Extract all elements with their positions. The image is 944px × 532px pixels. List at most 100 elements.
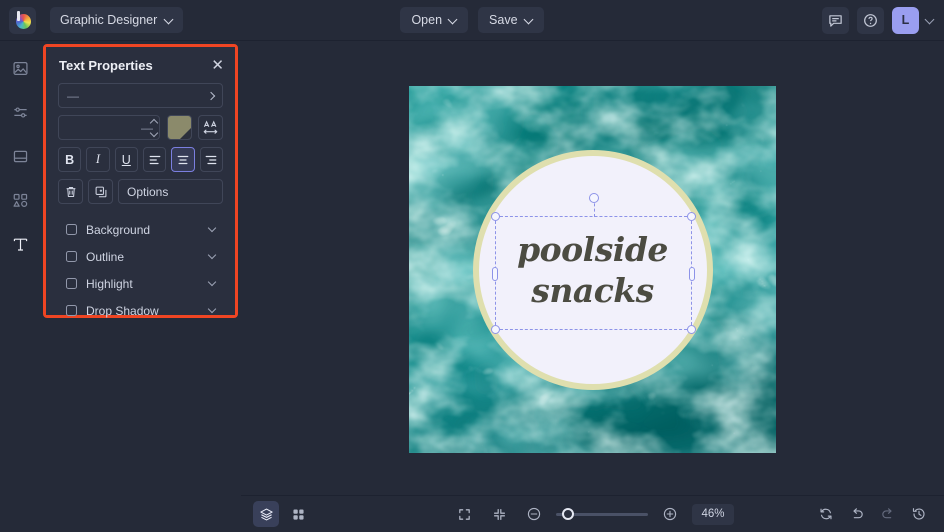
help-button[interactable]	[857, 6, 884, 34]
artboard[interactable]: poolside snacks	[409, 86, 776, 453]
top-center-actions: Open Save	[0, 7, 944, 33]
bold-button-label: B	[65, 152, 75, 167]
toggle-row-background[interactable]: Background	[58, 217, 223, 242]
fit-to-screen-button[interactable]	[486, 501, 512, 527]
undo-icon	[853, 508, 863, 519]
highlight-checkbox[interactable]	[66, 278, 77, 289]
history-button[interactable]	[906, 501, 932, 527]
reset-button[interactable]	[813, 501, 839, 527]
letter-spacing-button[interactable]	[198, 115, 223, 140]
chevron-down-icon	[525, 16, 533, 24]
layers-button[interactable]	[253, 501, 279, 527]
delete-button[interactable]	[58, 179, 83, 204]
grid-button[interactable]	[285, 501, 311, 527]
rotate-handle[interactable]	[588, 193, 599, 203]
options-button[interactable]: Options	[118, 179, 223, 204]
align-left-icon	[149, 155, 161, 164]
zoom-level-badge[interactable]: 46%	[692, 503, 734, 525]
sliders-icon	[14, 106, 27, 118]
zoom-in-button[interactable]	[657, 501, 683, 527]
resize-handle-top-left[interactable]	[491, 212, 500, 221]
zoom-slider[interactable]	[556, 507, 648, 520]
chevron-up-icon[interactable]	[149, 118, 158, 127]
drop-shadow-checkbox[interactable]	[66, 305, 77, 316]
redo-icon	[882, 508, 892, 519]
chevron-down-icon[interactable]	[207, 223, 217, 233]
chevron-down-icon[interactable]	[926, 16, 934, 24]
toggle-label-outline: Outline	[86, 249, 125, 264]
help-circle-icon	[864, 13, 877, 27]
trash-icon	[66, 186, 75, 197]
outline-checkbox[interactable]	[66, 251, 77, 262]
avatar[interactable]: L	[892, 6, 919, 34]
fullscreen-button[interactable]	[451, 501, 477, 527]
font-size-stepper[interactable]	[146, 115, 161, 140]
chevron-down-icon[interactable]	[207, 304, 217, 314]
zoom-out-button[interactable]	[521, 501, 547, 527]
italic-button-label: I	[95, 152, 101, 166]
sidebar-item-adjust[interactable]	[6, 97, 36, 127]
letter-spacing-icon	[203, 120, 218, 134]
page-title: Text Properties	[59, 57, 153, 73]
zoom-slider-handle[interactable]	[562, 507, 574, 520]
font-size-input[interactable]: —	[58, 115, 160, 140]
chevron-right-icon	[206, 91, 216, 100]
undo-button[interactable]	[844, 501, 870, 527]
panel-header: Text Properties ✕	[46, 47, 235, 83]
sidebar-item-images[interactable]	[6, 53, 36, 83]
text-properties-panel-highlight: Text Properties ✕ — — B I U Options Back…	[43, 44, 238, 318]
fit-to-screen-icon	[493, 508, 505, 520]
toggle-label-background: Background	[86, 222, 151, 237]
chevron-down-icon[interactable]	[207, 277, 217, 287]
underline-button-label: U	[121, 152, 131, 167]
background-checkbox[interactable]	[66, 224, 77, 235]
text-t-icon	[13, 238, 28, 251]
resize-handle-top-right[interactable]	[687, 212, 696, 221]
toggle-row-drop-shadow[interactable]: Drop Shadow	[58, 298, 223, 323]
sidebar-item-elements[interactable]	[6, 185, 36, 215]
minus-circle-icon	[527, 507, 541, 521]
text-color-swatch[interactable]	[167, 115, 192, 140]
save-button[interactable]: Save	[478, 7, 544, 33]
left-tool-rail	[0, 41, 41, 532]
top-bar: Graphic Designer Open Save L	[0, 0, 944, 41]
resize-handle-bottom-left[interactable]	[491, 325, 500, 334]
chevron-down-icon	[449, 16, 457, 24]
resize-handle-middle-left[interactable]	[492, 267, 498, 281]
zoom-level-label: 46%	[701, 508, 725, 520]
canvas-workarea[interactable]: poolside snacks	[241, 41, 944, 495]
resize-handle-middle-right[interactable]	[689, 267, 695, 281]
sidebar-item-layout[interactable]	[6, 141, 36, 171]
toggle-label-drop-shadow: Drop Shadow	[86, 303, 159, 318]
toggle-row-outline[interactable]: Outline	[58, 244, 223, 269]
duplicate-icon	[95, 186, 106, 197]
options-button-label: Options	[127, 184, 169, 199]
bold-button[interactable]: B	[58, 147, 82, 172]
align-center-button[interactable]	[171, 147, 195, 172]
align-left-button[interactable]	[142, 147, 167, 172]
close-icon[interactable]: ✕	[211, 58, 224, 73]
toggle-row-highlight[interactable]: Highlight	[58, 271, 223, 296]
selection-bounding-box[interactable]	[491, 193, 696, 334]
align-right-button[interactable]	[199, 147, 223, 172]
app-root: Graphic Designer Open Save L Text Proper…	[0, 0, 944, 532]
panel-actions-row: Options	[58, 179, 223, 204]
resize-handle-bottom-right[interactable]	[687, 325, 696, 334]
open-button[interactable]: Open	[400, 7, 469, 33]
font-size-color-row: —	[58, 115, 223, 140]
chevron-down-icon[interactable]	[149, 128, 158, 137]
duplicate-button[interactable]	[88, 179, 113, 204]
sidebar-item-text[interactable]	[6, 229, 36, 259]
comment-button[interactable]	[822, 6, 849, 34]
font-family-select[interactable]: —	[58, 83, 223, 108]
top-right-actions: L	[822, 6, 934, 34]
plus-circle-icon	[663, 507, 677, 521]
redo-button[interactable]	[875, 501, 901, 527]
italic-button[interactable]: I	[86, 147, 110, 172]
underline-button[interactable]: U	[114, 147, 138, 172]
text-properties-panel: Text Properties ✕ — — B I U Options Back…	[46, 47, 235, 318]
layout-icon	[13, 150, 28, 162]
chevron-down-icon[interactable]	[207, 250, 217, 260]
align-right-icon	[205, 155, 217, 164]
fullscreen-icon	[458, 508, 470, 520]
